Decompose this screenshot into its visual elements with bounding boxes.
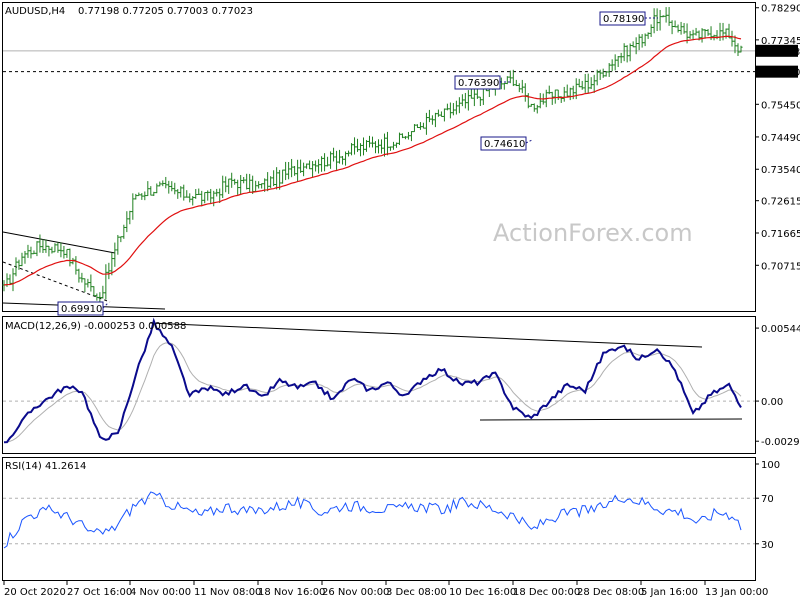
rsi-y-tick-label: 100 — [761, 460, 780, 471]
price-y-tick-label: 0.74490 — [761, 133, 800, 144]
price-y-tick-label: 0.71665 — [761, 229, 800, 240]
rsi-y-tick-label: 70 — [761, 494, 774, 505]
chart-figure: ActionForex.com 0.78190 0.76390 0.74610 0.6… — [2, 2, 800, 598]
x-tick-label: 18 Dec 00:00 — [513, 587, 580, 598]
price-y-tick-label: 0.73540 — [761, 165, 800, 176]
macd-line — [3, 317, 742, 444]
annotation-label: 0.76390 — [458, 78, 499, 89]
x-tick-label: 20 Oct 2020 — [4, 587, 66, 598]
x-tick-label: 27 Oct 16:00 — [67, 587, 132, 598]
price-y-tick-label: 0.78290 — [761, 4, 800, 15]
watermark: ActionForex.com — [493, 219, 693, 247]
macd-layer — [3, 317, 755, 444]
x-tick-label: 28 Dec 08:00 — [577, 587, 644, 598]
rsi-line — [3, 491, 742, 549]
last-price-tag-label: 0.77023 — [759, 47, 800, 58]
x-tick-label: 4 Nov 00:00 — [130, 587, 191, 598]
annotation-label: 0.78190 — [603, 14, 644, 25]
annotation-label: 0.74610 — [484, 139, 525, 150]
price-y-tick-label: 0.72615 — [761, 197, 800, 208]
rsi-y-tick-label: 30 — [761, 540, 774, 551]
rsi-panel — [2, 457, 756, 581]
x-tick-label: 18 Nov 16:00 — [258, 587, 325, 598]
x-tick-label: 13 Jan 00:00 — [705, 587, 768, 598]
macd-y-tick-label: 0.00 — [761, 397, 783, 408]
price-ohlc-label: 0.77198 0.77205 0.77003 0.77023 — [78, 6, 253, 17]
macd-signal-line — [3, 342, 742, 443]
x-tick-label: 11 Nov 08:00 — [194, 587, 261, 598]
macd-y-tick-label: -0.002995 — [761, 437, 800, 448]
price-layer: 0.78190 0.76390 0.74610 0.69910 — [2, 7, 755, 316]
level-tag-label: 0.76410 — [759, 68, 800, 79]
price-symbol-label: AUDUSD,H4 — [5, 6, 65, 17]
macd-label: MACD(12,26,9) -0.000253 0.000588 — [5, 321, 186, 332]
annotation-pointer — [525, 139, 533, 144]
annotation-label: 0.69910 — [61, 304, 102, 315]
macd-trendline — [479, 418, 743, 421]
price-panel — [2, 2, 756, 312]
macd-trendline — [149, 322, 703, 348]
x-tick-label: 10 Dec 16:00 — [449, 587, 516, 598]
price-y-tick-label: 0.70715 — [761, 261, 800, 272]
rsi-label: RSI(14) 41.2614 — [5, 461, 86, 472]
price-y-tick-label: 0.75450 — [761, 100, 800, 111]
macd-y-tick-label: 0.005447 — [761, 324, 800, 335]
x-tick-label: 26 Nov 00:00 — [322, 587, 389, 598]
x-tick-label: 3 Dec 08:00 — [386, 587, 447, 598]
x-tick-label: 5 Jan 16:00 — [641, 587, 698, 598]
rsi-layer — [3, 491, 755, 549]
